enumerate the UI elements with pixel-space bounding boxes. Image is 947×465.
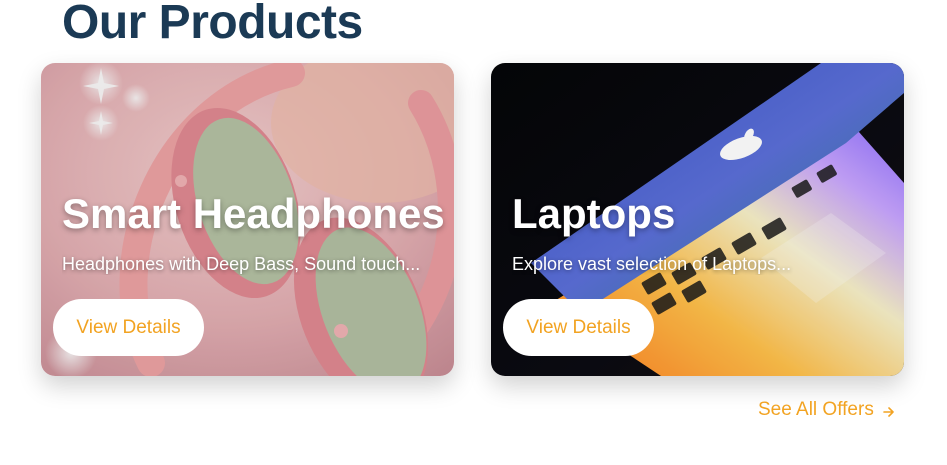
see-all-label: See All Offers bbox=[758, 399, 874, 420]
card-title: Smart Headphones bbox=[62, 190, 445, 237]
view-details-button[interactable]: View Details bbox=[503, 299, 654, 356]
card-title: Laptops bbox=[512, 190, 676, 237]
product-card-headphones[interactable]: Smart Headphones Headphones with Deep Ba… bbox=[41, 63, 454, 376]
product-card-laptops[interactable]: Laptops Explore vast selection of Laptop… bbox=[491, 63, 904, 376]
arrow-right-icon bbox=[882, 403, 896, 417]
card-description: Headphones with Deep Bass, Sound touch..… bbox=[62, 254, 421, 274]
card-description: Explore vast selection of Laptops... bbox=[512, 254, 792, 274]
view-details-button[interactable]: View Details bbox=[53, 299, 204, 356]
section-title: Our Products bbox=[62, 0, 363, 49]
see-all-offers-link[interactable]: See All Offers bbox=[758, 399, 896, 421]
